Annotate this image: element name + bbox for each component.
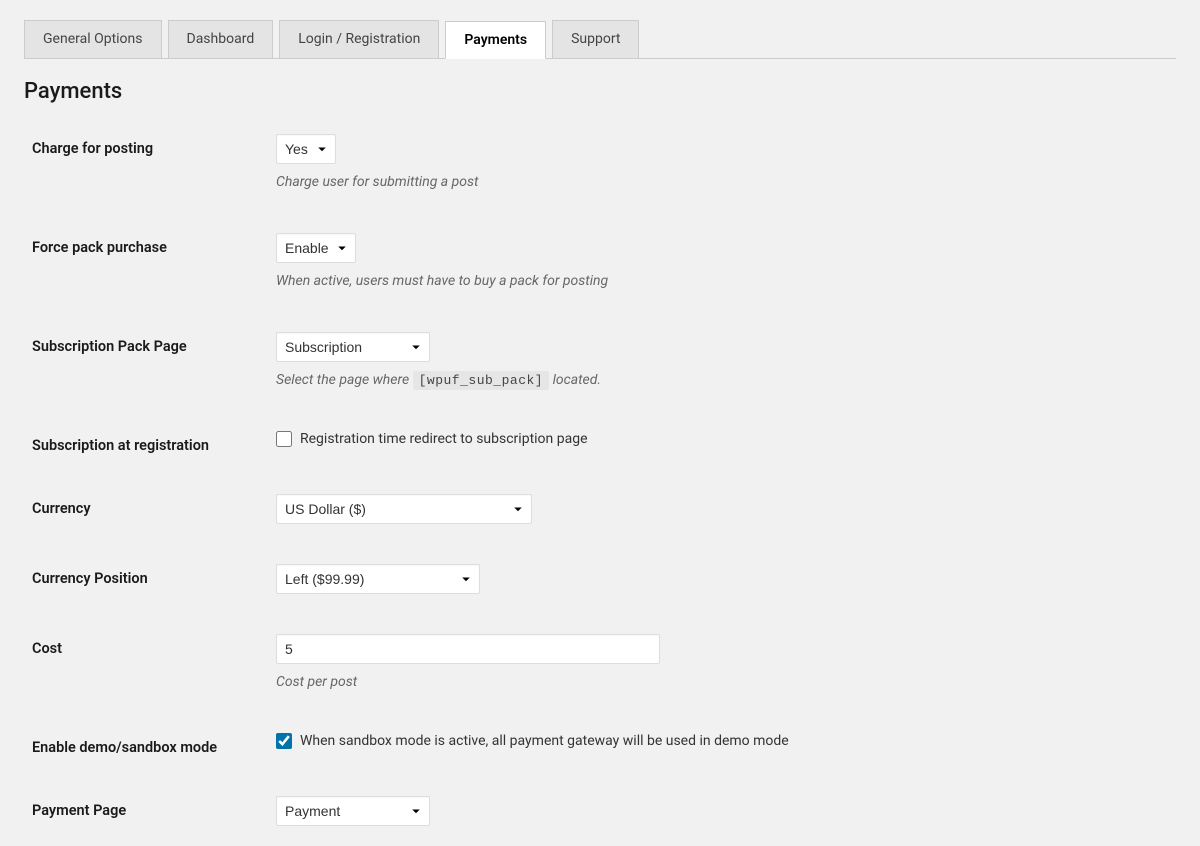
- tab-support[interactable]: Support: [552, 20, 639, 58]
- charge-posting-select[interactable]: Yes: [276, 134, 336, 164]
- force-pack-select[interactable]: Enable: [276, 233, 356, 263]
- tab-dashboard[interactable]: Dashboard: [168, 20, 274, 58]
- cost-label: Cost: [32, 634, 276, 657]
- currency-pos-label: Currency Position: [32, 564, 276, 587]
- sub-page-desc: Select the page where [wpuf_sub_pack] lo…: [276, 370, 1176, 391]
- tab-payments[interactable]: Payments: [445, 21, 546, 59]
- sandbox-label: Enable demo/sandbox mode: [32, 733, 276, 756]
- sandbox-checkbox-label[interactable]: When sandbox mode is active, all payment…: [300, 733, 789, 749]
- currency-label: Currency: [32, 494, 276, 517]
- tab-general-options[interactable]: General Options: [24, 20, 162, 58]
- shortcode: [wpuf_sub_pack]: [413, 371, 550, 390]
- sandbox-checkbox[interactable]: [276, 733, 292, 749]
- tab-login-registration[interactable]: Login / Registration: [279, 20, 439, 58]
- force-pack-desc: When active, users must have to buy a pa…: [276, 271, 1176, 292]
- sub-page-label: Subscription Pack Page: [32, 332, 276, 355]
- sub-reg-checkbox[interactable]: [276, 431, 292, 447]
- charge-posting-label: Charge for posting: [32, 134, 276, 157]
- cost-desc: Cost per post: [276, 672, 1176, 693]
- currency-select[interactable]: US Dollar ($): [276, 494, 532, 524]
- currency-pos-select[interactable]: Left ($99.99): [276, 564, 480, 594]
- force-pack-label: Force pack purchase: [32, 233, 276, 256]
- payments-form: Charge for posting Yes Charge user for s…: [24, 134, 1176, 826]
- payment-page-select[interactable]: Payment: [276, 796, 430, 826]
- payment-page-label: Payment Page: [32, 796, 276, 819]
- page-title: Payments: [24, 79, 1176, 104]
- sub-page-select[interactable]: Subscription: [276, 332, 430, 362]
- sub-reg-checkbox-label[interactable]: Registration time redirect to subscripti…: [300, 431, 588, 447]
- charge-posting-desc: Charge user for submitting a post: [276, 172, 1176, 193]
- settings-tabs: General Options Dashboard Login / Regist…: [24, 20, 1176, 59]
- cost-input[interactable]: [276, 634, 660, 664]
- sub-reg-label: Subscription at registration: [32, 431, 276, 454]
